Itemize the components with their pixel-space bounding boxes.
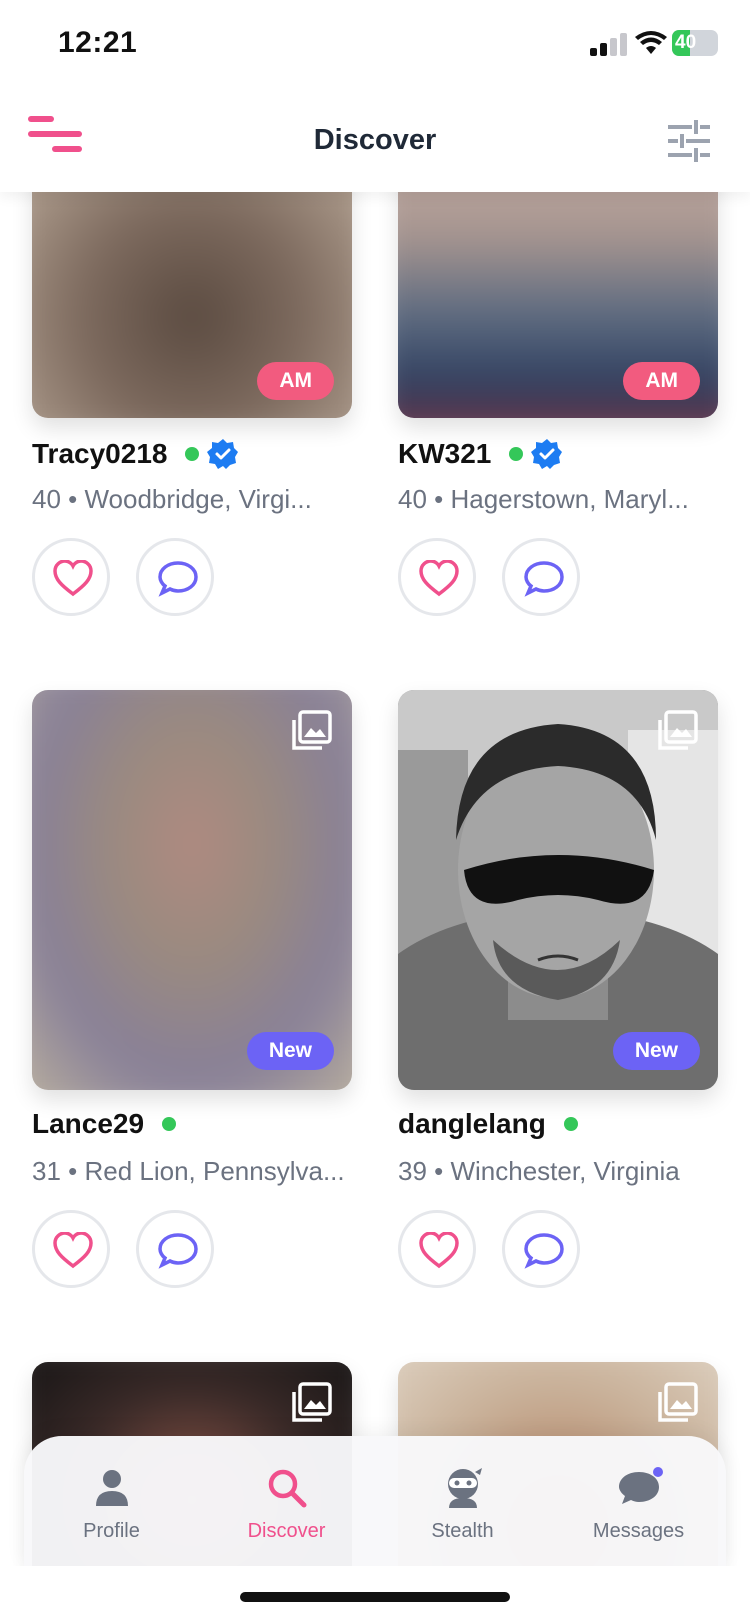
verified-badge-icon [531,439,563,469]
signal-icon [590,32,628,56]
profile-name: danglelang [398,1108,546,1139]
message-button[interactable] [502,1210,580,1288]
chat-bubble-icon [619,1467,663,1504]
profile-name: KW321 [398,438,492,469]
heart-icon [53,560,93,597]
name-row: Tracy0218 [32,436,239,472]
name-row: Lance29 [32,1106,177,1142]
chat-bubble-icon [524,561,564,597]
status-bar: 12:21 40 [0,0,750,92]
chat-bubble-icon [158,561,198,597]
name-row: danglelang [398,1106,578,1142]
like-button[interactable] [32,538,110,616]
heart-icon [419,1232,459,1269]
profile-meta: 31 • Red Lion, Pennsylva... [32,1156,345,1186]
online-indicator [509,447,524,461]
status-badge: AM [257,362,334,400]
gallery-icon [292,710,332,750]
status-time: 12:21 [58,26,138,59]
online-indicator [563,1117,578,1131]
profile-name: Tracy0218 [32,438,168,469]
home-indicator[interactable] [240,1592,510,1602]
chat-bubble-icon [524,1233,564,1269]
wifi-icon [634,30,668,56]
page-title: Discover [313,124,437,156]
nav-label: Messages [592,1520,685,1542]
profile-meta: 39 • Winchester, Virginia [398,1156,680,1186]
name-row: KW321 [398,436,563,472]
profile-photo[interactable]: New [398,690,718,1090]
battery-icon: 40 [672,30,718,56]
message-button[interactable] [136,1210,214,1288]
bottom-nav: Profile Discover Stealth Messages [24,1436,726,1566]
like-button[interactable] [398,1210,476,1288]
notification-dot [653,1467,663,1477]
sliders-icon [668,120,710,162]
nav-messages[interactable]: Messages [551,1436,726,1566]
search-icon [268,1469,307,1508]
profile-meta: 40 • Woodbridge, Virgi... [32,484,312,514]
status-badge: New [612,1032,700,1070]
heart-icon [53,1232,93,1269]
like-button[interactable] [32,1210,110,1288]
app-header: Discover [0,92,750,192]
gallery-icon [658,1382,698,1422]
profile-photo[interactable]: New [32,690,352,1090]
battery-level: 40 [675,32,697,53]
nav-label: Stealth [431,1520,494,1542]
gallery-icon [292,1382,332,1422]
gallery-icon [658,710,698,750]
ninja-icon [448,1468,482,1508]
chat-bubble-icon [158,1233,198,1269]
filter-button[interactable] [668,120,710,162]
nav-label: Profile [83,1520,140,1542]
nav-profile[interactable]: Profile [24,1436,199,1566]
nav-label: Discover [247,1520,326,1542]
nav-discover[interactable]: Discover [199,1436,374,1566]
person-icon [96,1470,128,1506]
profile-meta: 40 • Hagerstown, Maryl... [398,484,689,514]
online-indicator [185,447,200,461]
profile-name: Lance29 [32,1108,145,1139]
online-indicator [162,1117,177,1131]
like-button[interactable] [398,538,476,616]
heart-icon [419,560,459,597]
menu-icon [28,116,54,122]
message-button[interactable] [136,538,214,616]
nav-stealth[interactable]: Stealth [375,1436,550,1566]
message-button[interactable] [502,538,580,616]
verified-badge-icon [207,439,239,469]
status-badge: AM [623,362,700,400]
status-badge: New [246,1032,334,1070]
